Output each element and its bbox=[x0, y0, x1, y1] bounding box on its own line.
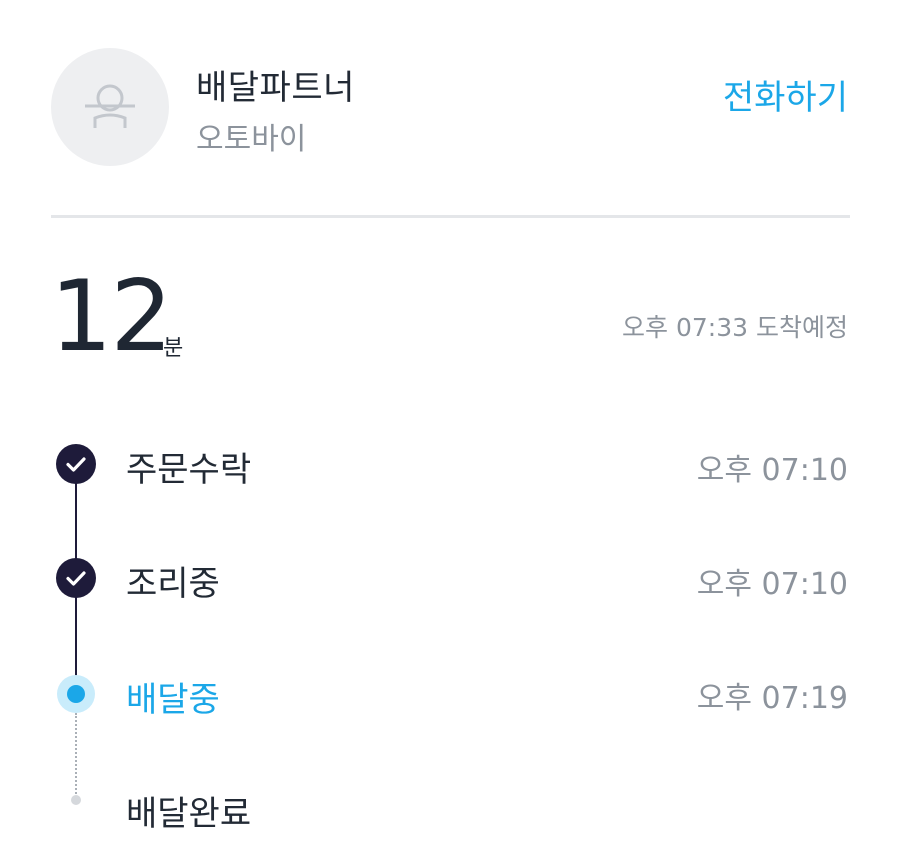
header-divider bbox=[51, 215, 850, 218]
eta-unit: 분 bbox=[163, 336, 184, 361]
step-label-delivered: 배달완료 bbox=[126, 794, 252, 834]
step-active-marker bbox=[57, 675, 95, 713]
step-pending-marker bbox=[71, 795, 81, 805]
rider-vehicle: 오토바이 bbox=[196, 122, 307, 157]
delivery-status-page: 배달파트너 오토바이 전화하기 12 분 오후 07:33 도착예정 주문수락 … bbox=[0, 0, 900, 865]
step-label-cooking: 조리중 bbox=[126, 564, 220, 604]
check-icon bbox=[66, 571, 86, 586]
step-label-order-accepted: 주문수락 bbox=[126, 450, 252, 490]
rider-name: 배달파트너 bbox=[196, 68, 355, 108]
rider-avatar bbox=[51, 48, 169, 166]
step-time-delivering: 오후 07:19 bbox=[696, 681, 848, 716]
eta-arrival-time: 오후 07:33 도착예정 bbox=[622, 313, 848, 342]
step-done-marker bbox=[56, 444, 96, 484]
step-time-order-accepted: 오후 07:10 bbox=[696, 453, 848, 488]
active-dot bbox=[67, 685, 85, 703]
call-button[interactable]: 전화하기 bbox=[723, 70, 848, 119]
step-time-cooking: 오후 07:10 bbox=[696, 567, 848, 602]
person-icon bbox=[85, 84, 135, 128]
timeline-connector-pending bbox=[75, 713, 77, 798]
eta-minutes: 12 bbox=[50, 260, 173, 374]
step-label-delivering: 배달중 bbox=[126, 680, 220, 720]
check-icon bbox=[66, 457, 86, 472]
step-done-marker bbox=[56, 558, 96, 598]
